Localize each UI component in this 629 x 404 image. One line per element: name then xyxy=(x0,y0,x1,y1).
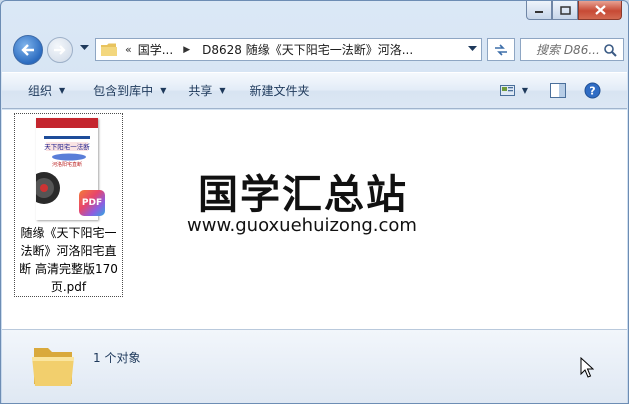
chevron-down-icon: ▼ xyxy=(521,86,528,95)
include-in-library-label: 包含到库中 xyxy=(93,84,154,98)
chevron-down-icon: ▼ xyxy=(219,86,226,95)
minimize-button[interactable] xyxy=(526,1,552,20)
object-count: 1 个对象 xyxy=(93,351,141,365)
caption-buttons xyxy=(526,1,622,20)
chevron-down-icon: ▼ xyxy=(59,86,66,95)
preview-pane-icon xyxy=(550,83,566,98)
search-icon[interactable] xyxy=(604,44,617,57)
address-bar[interactable]: « 国学... ▶ D8628 随缘《天下阳宅一法断》河洛... xyxy=(95,38,482,61)
search-input[interactable] xyxy=(536,42,606,57)
cover-title: 天下阳宅一法断 xyxy=(44,142,90,151)
file-item[interactable]: 天下阳宅一法断 河洛阳宅直断 PDF 随缘《天下阳宅一法断》河洛阳宅直断 高清完… xyxy=(14,113,123,297)
pdf-badge-label: PDF xyxy=(81,198,103,208)
forward-arrow-icon xyxy=(54,45,66,55)
folder-icon xyxy=(101,43,117,56)
explorer-window: « 国学... ▶ D8628 随缘《天下阳宅一法断》河洛... 组织 ▼ xyxy=(0,0,629,404)
toolbar-right-group: ▼ ? xyxy=(494,73,607,108)
file-name-label: 随缘《天下阳宅一法断》河洛阳宅直断 高清完整版170页.pdf xyxy=(19,226,118,294)
refresh-button[interactable] xyxy=(487,38,515,61)
close-icon xyxy=(594,5,606,15)
details-pane: 1 个对象 xyxy=(2,329,627,403)
view-dropdown[interactable]: ▼ xyxy=(522,73,544,108)
forward-button[interactable] xyxy=(47,37,73,63)
pdf-app-icon: PDF xyxy=(79,190,105,216)
watermark-url: www.guoxuehuizong.com xyxy=(187,215,417,236)
command-bar: 组织 ▼ 包含到库中 ▼ 共享 ▼ 新建文件夹 ▼ ? xyxy=(2,72,627,109)
watermark-title: 国学汇总站 xyxy=(198,172,408,218)
back-button[interactable] xyxy=(13,35,43,65)
new-folder-button[interactable]: 新建文件夹 xyxy=(242,73,318,108)
folder-large-icon xyxy=(32,348,74,386)
maximize-icon xyxy=(559,5,571,15)
file-list-pane[interactable]: 天下阳宅一法断 河洛阳宅直断 PDF 随缘《天下阳宅一法断》河洛阳宅直断 高清完… xyxy=(2,110,627,329)
share-menu[interactable]: 共享 ▼ xyxy=(180,73,233,108)
share-label: 共享 xyxy=(188,84,213,98)
new-folder-label: 新建文件夹 xyxy=(249,84,310,98)
chevron-down-icon: ▼ xyxy=(160,86,167,95)
close-button[interactable] xyxy=(578,1,622,20)
help-icon: ? xyxy=(584,82,601,99)
back-arrow-icon xyxy=(21,44,34,56)
cover-subtitle: 河洛阳宅直断 xyxy=(52,161,82,168)
organize-label: 组织 xyxy=(28,84,53,98)
breadcrumb-separator-icon[interactable]: ▶ xyxy=(183,45,190,55)
svg-text:?: ? xyxy=(589,85,595,98)
address-dropdown-icon[interactable] xyxy=(468,46,477,52)
preview-pane-button[interactable] xyxy=(544,73,578,108)
minimize-icon xyxy=(535,11,543,13)
organize-menu[interactable]: 组织 ▼ xyxy=(20,73,73,108)
maximize-button[interactable] xyxy=(552,1,578,20)
navigation-bar: « 国学... ▶ D8628 随缘《天下阳宅一法断》河洛... xyxy=(9,34,624,66)
search-box[interactable] xyxy=(520,38,624,61)
mouse-pointer-icon xyxy=(580,357,594,378)
refresh-icon xyxy=(495,43,507,56)
address-overflow[interactable]: « xyxy=(125,43,132,56)
change-view-button[interactable] xyxy=(494,73,522,108)
breadcrumb-segment-current[interactable]: D8628 随缘《天下阳宅一法断》河洛... xyxy=(202,41,413,58)
recent-pages-dropdown[interactable] xyxy=(80,45,89,51)
include-in-library-menu[interactable]: 包含到库中 ▼ xyxy=(85,73,174,108)
view-options-icon xyxy=(499,85,515,96)
help-button[interactable]: ? xyxy=(578,73,607,108)
breadcrumb-segment-root[interactable]: 国学... xyxy=(138,41,173,58)
